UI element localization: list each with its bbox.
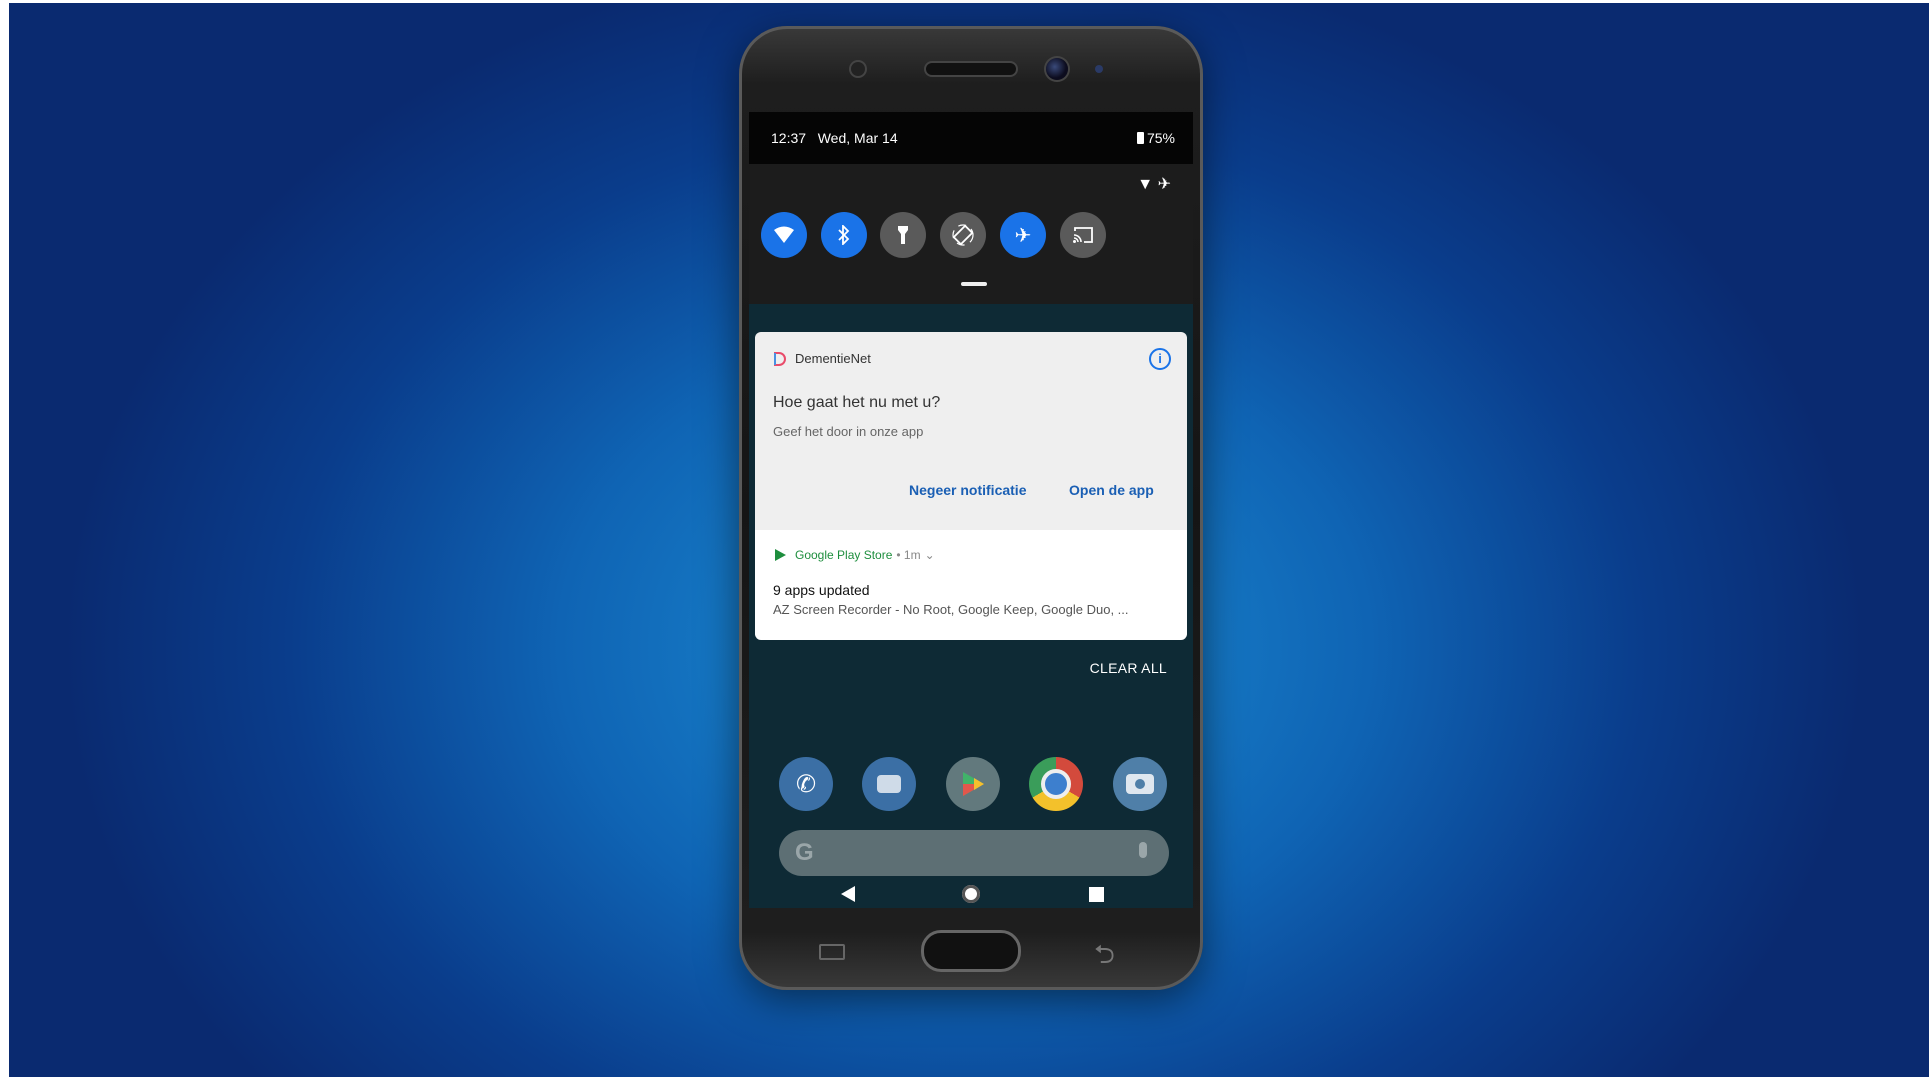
play-store-icon [963,772,984,796]
phone-icon: ✆ [795,770,817,798]
messages-app-icon[interactable] [862,757,916,811]
bluetooth-icon [838,225,850,245]
notification-app-name: DementieNet [795,351,871,366]
back-button[interactable] [841,886,855,902]
notification-title: 9 apps updated [773,582,870,598]
play-store-app-icon[interactable] [946,757,1000,811]
dementienet-logo-icon [774,351,786,366]
qs-status-icons: ▼ ✈ [1137,174,1171,194]
notification-title: Hoe gaat het nu met u? [773,394,941,411]
play-store-icon [775,549,786,561]
cast-tile[interactable] [1060,212,1106,258]
notification-body: Geef het door in onze app [773,424,924,439]
rotate-icon [952,224,974,246]
airplane-icon: ✈ [1014,224,1032,247]
image-border-left [0,0,9,1077]
dementienet-notification[interactable]: DementieNet i Hoe gaat het nu met u? Gee… [755,332,1187,530]
phone-frame: 12:37 Wed, Mar 14 75% ▼ ✈ ✈ DementieNet … [739,26,1203,990]
flashlight-tile[interactable] [880,212,926,258]
recents-button[interactable] [1089,887,1104,902]
messages-icon [877,775,901,793]
bluetooth-tile[interactable] [821,212,867,258]
navigation-bar [749,882,1193,908]
status-time: 12:37 [771,130,807,146]
status-time-date: 12:37 Wed, Mar 14 [771,130,898,146]
camera-app-icon[interactable] [1113,757,1167,811]
front-camera [1046,58,1068,80]
info-icon[interactable]: i [1149,348,1171,370]
notification-led [1095,65,1103,73]
flashlight-icon [898,226,908,244]
cast-icon [1073,227,1093,243]
earpiece-speaker [926,63,1016,75]
airplane-mode-tile[interactable]: ✈ [1000,212,1046,258]
airplane-status-icon: ✈ [1157,176,1171,193]
notification-time: • 1m [896,548,921,562]
status-date: Wed, Mar 14 [817,130,898,146]
google-search-bar[interactable]: G [779,830,1169,876]
battery-indicator: 75% [1136,130,1175,146]
hardware-recents-icon [819,944,845,960]
wifi-tile[interactable] [761,212,807,258]
clear-all-button[interactable]: CLEAR ALL [1090,660,1167,676]
hardware-home-button [921,930,1021,972]
notification-body: AZ Screen Recorder - No Root, Google Kee… [773,602,1129,617]
chevron-down-icon[interactable]: ⌄ [925,548,935,562]
microphone-icon[interactable] [1139,842,1147,858]
proximity-sensor [851,62,865,76]
chrome-icon [1041,769,1071,799]
phone-app-icon[interactable]: ✆ [779,757,833,811]
phone-screen: 12:37 Wed, Mar 14 75% ▼ ✈ ✈ DementieNet … [749,112,1193,908]
notification-app-name: Google Play Store [795,548,893,562]
chrome-app-icon[interactable] [1029,757,1083,811]
play-store-notification[interactable]: Google Play Store • 1m ⌄ 9 apps updated … [755,530,1187,640]
battery-icon [1136,132,1144,144]
image-border-top [0,0,1929,3]
home-button[interactable] [962,885,980,903]
notification-header: DementieNet [773,351,871,366]
wifi-status-icon: ▼ [1137,176,1154,193]
hardware-back-icon: ⮌ [1094,939,1115,969]
open-app-button[interactable]: Open de app [1069,482,1154,498]
quick-settings-panel: ▼ ✈ ✈ [749,164,1193,304]
dismiss-notification-button[interactable]: Negeer notificatie [909,482,1026,498]
google-g-icon: G [795,839,814,866]
qs-expand-handle[interactable] [961,282,987,286]
auto-rotate-tile[interactable] [940,212,986,258]
camera-icon [1126,774,1154,794]
battery-percent: 75% [1146,130,1175,146]
notification-header: Google Play Store • 1m ⌄ [773,548,935,562]
wifi-icon [774,226,794,243]
status-bar: 12:37 Wed, Mar 14 75% [749,112,1193,164]
